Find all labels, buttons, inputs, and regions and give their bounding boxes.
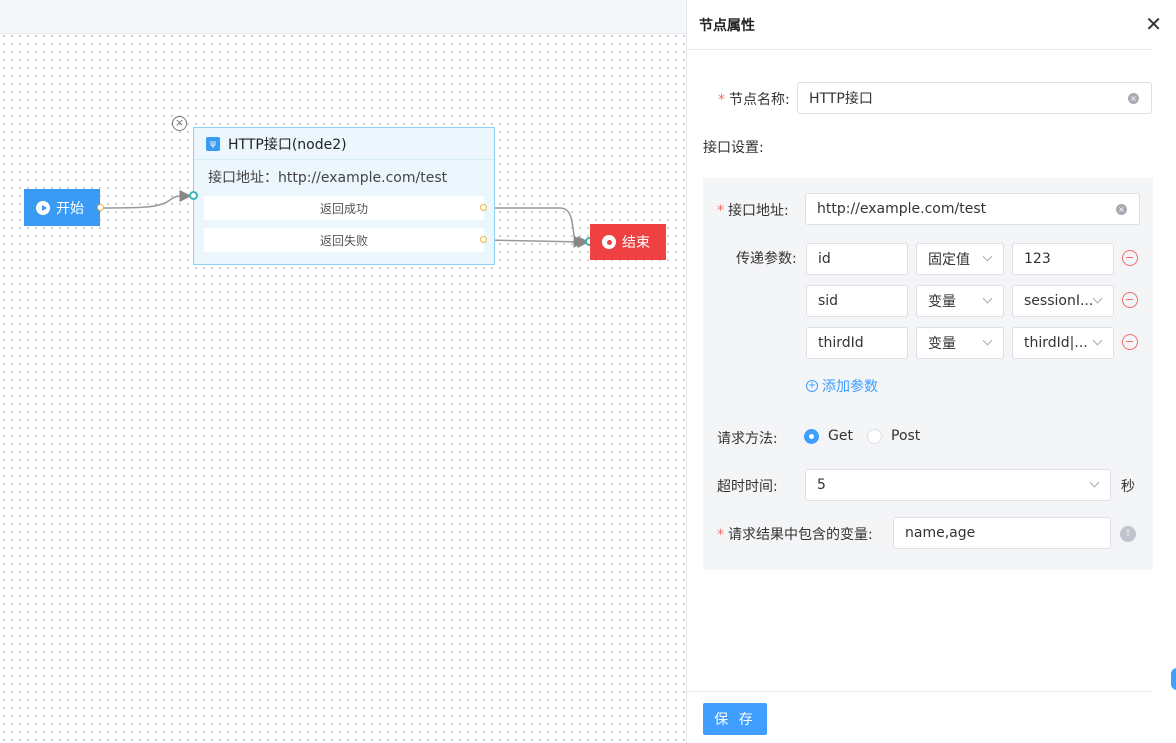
start-node-label: 开始 (56, 200, 84, 217)
node-properties-panel: 节点属性 ✕ * 节点名称: HTTP接口 × 接口设置: * 接口地址: http… (686, 0, 1176, 743)
url-input[interactable]: http://example.com/test × (805, 193, 1140, 225)
http-node-fail-branch[interactable]: 返回失败 (204, 228, 484, 252)
timeout-select[interactable]: 5 (805, 469, 1111, 501)
remove-param-icon[interactable] (1122, 250, 1138, 266)
method-label: 请求方法: (717, 431, 778, 447)
interface-settings-label: 接口设置: (703, 140, 764, 156)
http-node[interactable]: ψ HTTP接口(node2) 接口地址：http://example.com/… (193, 127, 495, 265)
play-icon (36, 200, 50, 215)
plus-circle-icon: + (806, 380, 818, 392)
chevron-down-icon (982, 251, 993, 262)
panel-title: 节点属性 (699, 17, 755, 34)
chevron-down-icon (1092, 293, 1103, 304)
node-name-input[interactable]: HTTP接口 × (797, 82, 1152, 114)
success-output-port[interactable] (480, 204, 487, 211)
param-type-select[interactable]: 变量 (916, 285, 1004, 317)
param-value-input[interactable]: 123 (1012, 243, 1114, 275)
http-node-title: HTTP接口(node2) (228, 136, 347, 153)
fail-branch-label: 返回失败 (319, 233, 368, 248)
http-icon: ψ (206, 136, 220, 151)
close-icon[interactable]: ✕ (1145, 13, 1162, 35)
chevron-down-icon (1089, 477, 1100, 488)
http-node-success-branch[interactable]: 返回成功 (204, 196, 484, 220)
footer-divider (687, 691, 1153, 692)
timeout-label: 超时时间: (717, 479, 778, 495)
panel-header: 节点属性 (687, 0, 1153, 50)
result-vars-input[interactable]: name,age (893, 517, 1111, 549)
radio-icon (867, 428, 882, 444)
flow-canvas[interactable]: 开始 × ψ HTTP接口(node2) 接口地址：http://example… (0, 0, 686, 743)
info-icon[interactable]: ! (1120, 526, 1136, 542)
start-node[interactable]: 开始 (24, 189, 100, 226)
radio-icon (804, 428, 819, 444)
result-vars-label: * 请求结果中包含的变量: (717, 527, 873, 543)
method-radio-post[interactable]: Post (867, 428, 920, 444)
param-name-input[interactable]: sid (806, 285, 908, 317)
http-node-header: ψ HTTP接口(node2) (194, 128, 494, 160)
edge-start-to-http (99, 189, 192, 209)
param-type-select[interactable]: 固定值 (916, 243, 1004, 275)
param-value-select[interactable]: thirdId|... (1012, 327, 1114, 359)
param-type-select[interactable]: 变量 (916, 327, 1004, 359)
clear-icon[interactable]: × (1116, 204, 1127, 215)
node-name-label: * 节点名称: (718, 92, 790, 108)
edge-success-to-end (484, 207, 590, 248)
edges-layer (99, 189, 590, 248)
chevron-down-icon (982, 335, 993, 346)
chevron-down-icon (982, 293, 993, 304)
save-button[interactable]: 保 存 (703, 703, 767, 735)
http-node-url: 接口地址：http://example.com/test (208, 170, 448, 186)
timeout-unit: 秒 (1121, 479, 1135, 495)
success-branch-label: 返回成功 (319, 201, 368, 216)
chevron-down-icon (1092, 335, 1103, 346)
end-node[interactable]: 结束 (590, 224, 666, 260)
stop-icon (602, 235, 616, 249)
clear-icon[interactable]: × (1128, 93, 1139, 104)
remove-param-icon[interactable] (1122, 334, 1138, 350)
side-tab[interactable] (1171, 668, 1176, 690)
method-radio-get[interactable]: Get (804, 428, 853, 444)
remove-param-icon[interactable] (1122, 292, 1138, 308)
start-output-port[interactable] (97, 204, 104, 211)
param-name-input[interactable]: id (806, 243, 908, 275)
url-label: * 接口地址: (717, 203, 789, 219)
param-name-input[interactable]: thirdId (806, 327, 908, 359)
canvas-toolbar (0, 0, 686, 34)
end-node-label: 结束 (622, 235, 650, 251)
interface-settings-section (703, 178, 1153, 570)
edge-fail-to-end (483, 235, 586, 248)
http-input-port[interactable] (189, 191, 198, 200)
add-param-button[interactable]: + 添加参数 (806, 376, 878, 396)
close-icon[interactable]: × (172, 116, 187, 131)
fail-output-port[interactable] (480, 236, 487, 243)
params-label: 传递参数: (736, 251, 797, 267)
param-value-select[interactable]: sessionI... (1012, 285, 1114, 317)
